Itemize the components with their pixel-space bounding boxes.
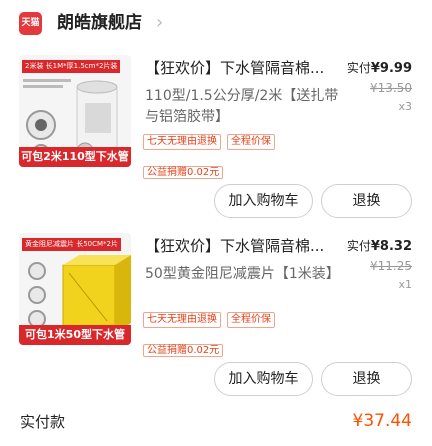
- order-total: 实付款 ¥37.44: [0, 404, 432, 440]
- product-title[interactable]: 【狂欢价】下水管隔音棉...: [145, 235, 337, 257]
- price-box: 实付¥9.99 ¥13.50 x3: [347, 58, 412, 117]
- product-title[interactable]: 【狂欢价】下水管隔音棉...: [145, 57, 337, 79]
- tmall-logo-icon: 天猫: [19, 12, 42, 35]
- original-price: ¥13.50: [370, 81, 412, 95]
- total-label: 实付款: [20, 413, 66, 431]
- paid-amount: ¥8.32: [370, 239, 412, 254]
- store-name[interactable]: 朗皓旗舰店: [57, 12, 142, 34]
- paid-price: 实付¥8.32: [347, 236, 412, 257]
- thumbnail-tag: 黄金阻尼减震片 长50CM*2片: [22, 238, 122, 251]
- thumbnail-banner: 可包1米50型下水管: [19, 325, 131, 345]
- paid-amount: ¥9.99: [370, 61, 412, 76]
- tag-seven-day-return[interactable]: 七天无理由退换: [143, 134, 221, 150]
- store-header[interactable]: 天猫 朗皓旗舰店 ›: [0, 0, 432, 46]
- chevron-right-icon[interactable]: ›: [156, 12, 163, 34]
- tag-charity[interactable]: 公益捐赠0.02元: [143, 166, 224, 179]
- original-price: ¥11.25: [370, 259, 412, 273]
- order-item[interactable]: 2米装 长1M*厚1.5cm*2片装 可包2米110型下水管 【狂欢价】下水管隔…: [0, 48, 432, 218]
- tag-price-protection[interactable]: 全程价保: [227, 312, 275, 328]
- product-thumbnail[interactable]: 黄金阻尼减震片 长50CM*2片 可包1米50型下水管: [19, 233, 131, 345]
- thumbnail-banner: 可包2米110型下水管: [19, 147, 131, 167]
- price-box: 实付¥8.32 ¥11.25 x1: [347, 236, 412, 295]
- paid-label: 实付: [346, 239, 371, 253]
- charity-row: 公益捐赠0.02元: [143, 160, 224, 180]
- service-tags: 七天无理由退换 全程价保: [143, 134, 275, 150]
- add-to-cart-button[interactable]: 加入购物车: [214, 362, 313, 396]
- thumbnail-tag: 2米装 长1M*厚1.5cm*2片装: [22, 60, 121, 73]
- product-thumbnail[interactable]: 2米装 长1M*厚1.5cm*2片装 可包2米110型下水管: [19, 55, 131, 167]
- refund-button[interactable]: 退换: [321, 184, 412, 218]
- quantity: x3: [398, 100, 412, 113]
- total-amount: ¥37.44: [352, 411, 412, 431]
- paid-label: 实付: [346, 61, 371, 75]
- paid-price: 实付¥9.99: [347, 58, 412, 79]
- product-spec: 110型/1.5公分厚/2米【送扎带与铝箔胶带】: [145, 88, 339, 125]
- tag-charity[interactable]: 公益捐赠0.02元: [143, 344, 224, 357]
- order-item[interactable]: 黄金阻尼减震片 长50CM*2片 可包1米50型下水管 【狂欢价】下水管隔音棉.…: [0, 226, 432, 396]
- charity-row: 公益捐赠0.02元: [143, 338, 224, 358]
- service-tags: 七天无理由退换 全程价保: [143, 312, 275, 328]
- product-spec: 50型黄金阻尼减震片【1米装】: [145, 266, 340, 282]
- tag-seven-day-return[interactable]: 七天无理由退换: [143, 312, 221, 328]
- quantity: x1: [398, 278, 412, 291]
- tag-price-protection[interactable]: 全程价保: [227, 134, 275, 150]
- refund-button[interactable]: 退换: [321, 362, 412, 396]
- add-to-cart-button[interactable]: 加入购物车: [214, 184, 313, 218]
